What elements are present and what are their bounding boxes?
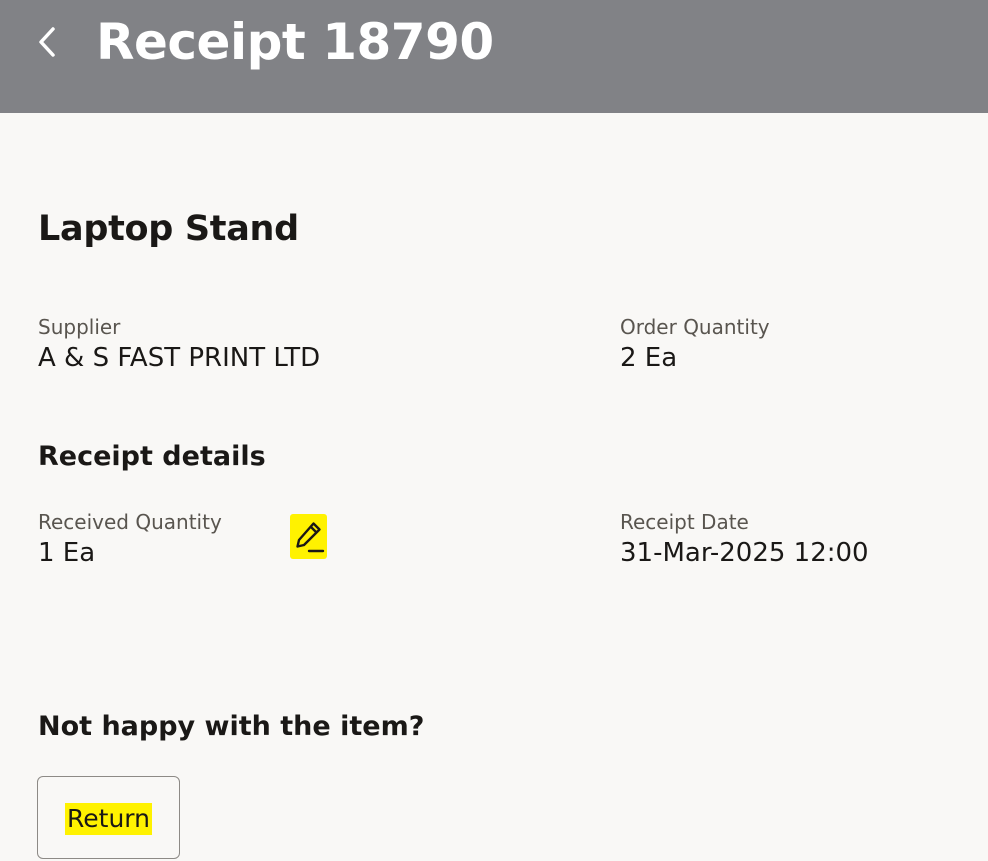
receipt-details-title: Receipt details <box>38 441 266 472</box>
receipt-date-label: Receipt Date <box>620 510 749 534</box>
order-quantity-value: 2 Ea <box>620 343 678 373</box>
chevron-left-icon <box>39 27 55 57</box>
page-title: Receipt 18790 <box>96 13 494 71</box>
return-button[interactable]: Return <box>37 776 180 859</box>
pencil-icon <box>295 521 324 552</box>
supplier-label: Supplier <box>38 315 121 339</box>
edit-received-quantity-button[interactable] <box>290 514 327 559</box>
item-title: Laptop Stand <box>38 209 299 249</box>
page-header: Receipt 18790 <box>0 0 988 113</box>
back-button[interactable] <box>26 18 68 66</box>
received-quantity-value: 1 Ea <box>38 538 96 568</box>
supplier-value: A & S FAST PRINT LTD <box>38 343 321 373</box>
receipt-date-value: 31-Mar-2025 12:00 <box>620 538 869 568</box>
order-quantity-label: Order Quantity <box>620 315 770 339</box>
received-quantity-label: Received Quantity <box>38 510 222 534</box>
return-prompt-title: Not happy with the item? <box>38 711 425 742</box>
return-button-label: Return <box>65 802 152 835</box>
